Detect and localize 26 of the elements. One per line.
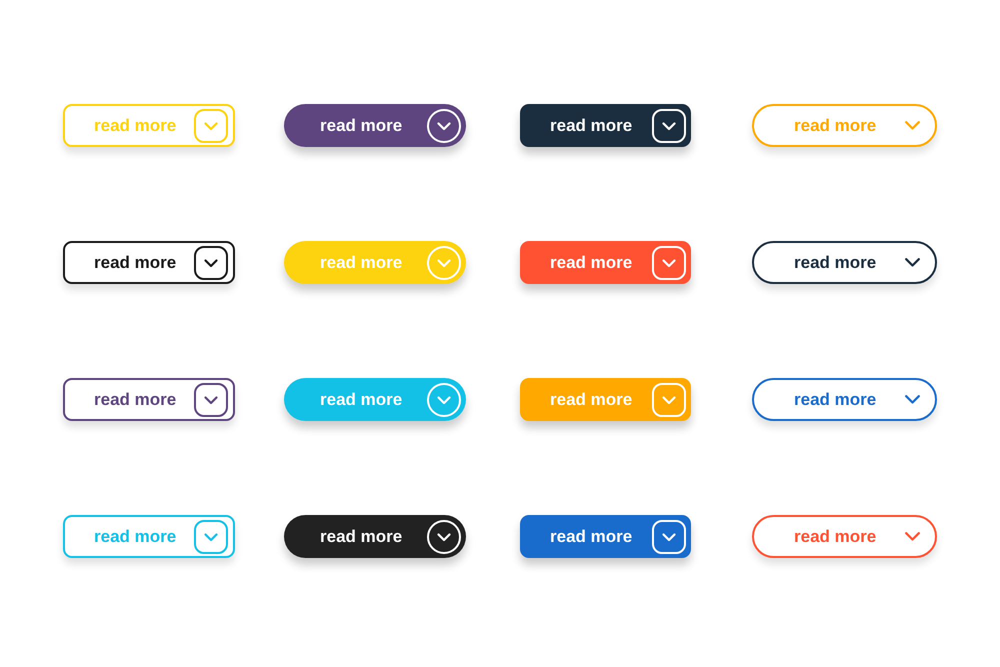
circled-chevron-icon	[427, 108, 461, 142]
boxed-chevron-icon	[652, 520, 686, 554]
boxed-chevron-icon	[194, 246, 228, 280]
chevron-down-icon	[905, 532, 920, 541]
read-more-button[interactable]: read more	[63, 241, 235, 284]
boxed-chevron-icon	[652, 108, 686, 142]
chevron-down-icon	[905, 121, 920, 130]
read-more-button[interactable]: read more	[752, 241, 937, 284]
boxed-chevron-icon	[194, 382, 228, 416]
chevron-down-icon	[905, 258, 920, 267]
boxed-chevron-icon	[652, 246, 686, 280]
boxed-chevron-icon	[652, 382, 686, 416]
read-more-button[interactable]: read more	[284, 104, 466, 147]
read-more-button[interactable]: read more	[520, 241, 691, 284]
chevron-down-icon	[905, 395, 920, 404]
read-more-button[interactable]: read more	[520, 515, 691, 558]
read-more-button[interactable]: read more	[752, 378, 937, 421]
read-more-button[interactable]: read more	[520, 104, 691, 147]
read-more-button[interactable]: read more	[752, 515, 937, 558]
boxed-chevron-icon	[194, 520, 228, 554]
boxed-chevron-icon	[194, 108, 228, 142]
circled-chevron-icon	[427, 246, 461, 280]
circled-chevron-icon	[427, 520, 461, 554]
circled-chevron-icon	[427, 382, 461, 416]
read-more-button[interactable]: read more	[284, 515, 466, 558]
read-more-button[interactable]: read more	[63, 378, 235, 421]
